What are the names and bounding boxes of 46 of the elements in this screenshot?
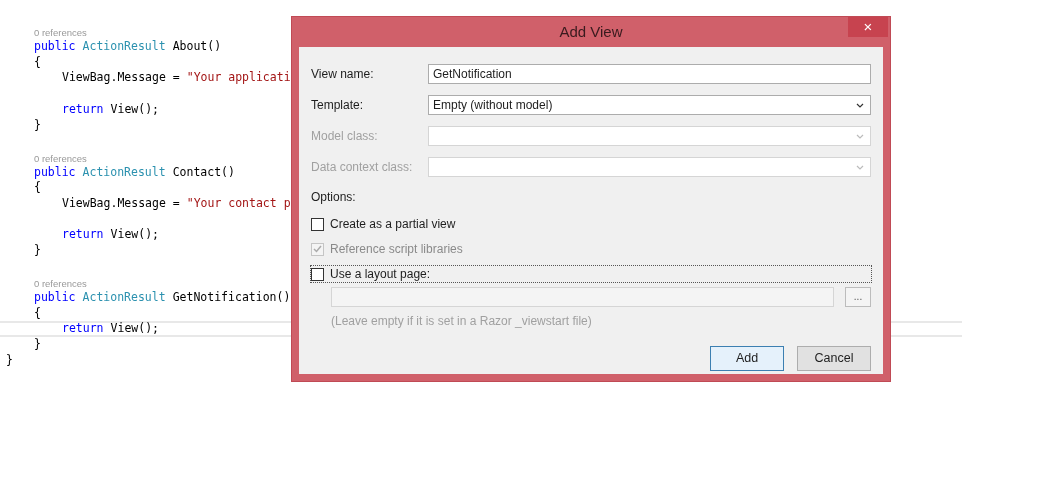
code-token: View(); xyxy=(110,321,159,338)
code-token: "Your contact p xyxy=(186,195,291,212)
code-token: ViewBag.Message = xyxy=(62,195,180,212)
close-button[interactable]: × xyxy=(848,17,888,37)
field-label: Model class: xyxy=(311,128,379,145)
checkbox[interactable] xyxy=(311,217,324,231)
code-token: } xyxy=(34,117,41,134)
code-token: "Your applicati xyxy=(186,70,291,87)
code-token: return xyxy=(62,321,104,338)
code-token: Contact() xyxy=(172,164,235,181)
code-token: About() xyxy=(172,39,222,55)
template-dropdown[interactable]: Empty (without model) xyxy=(428,95,871,115)
option-label[interactable]: Use a layout page: xyxy=(330,265,431,283)
code-token: View(); xyxy=(110,101,159,118)
code-token: ActionResult xyxy=(82,164,166,181)
code-token: ViewBag.Message = xyxy=(62,70,180,87)
field-label: View name: xyxy=(311,66,375,83)
code-token: public xyxy=(34,164,76,181)
code-token: } xyxy=(34,337,41,353)
code-token: { xyxy=(34,54,41,71)
checkmark-icon xyxy=(313,245,322,253)
code-token: } xyxy=(34,243,41,259)
code-token: return xyxy=(62,227,104,244)
options-label: Options: xyxy=(311,189,356,206)
chevron-down-icon xyxy=(856,102,864,108)
layout-page-hint: (Leave empty if it is set in a Razor _viewstart file) xyxy=(331,313,592,330)
code-token: ActionResult xyxy=(82,290,166,306)
dialog-title: Add View xyxy=(559,21,623,42)
checkbox[interactable] xyxy=(311,267,324,281)
code-token: public xyxy=(34,290,76,306)
view-name-field[interactable]: GetNotification xyxy=(428,64,871,84)
code-token: } xyxy=(6,352,13,369)
code-token: public xyxy=(34,39,76,55)
dialog-button[interactable]: Cancel xyxy=(797,346,871,371)
field-label: Template: xyxy=(311,97,365,114)
chevron-down-icon xyxy=(856,164,864,170)
field-label: Data context class: xyxy=(311,159,414,176)
code-token: GetNotification() xyxy=(172,290,291,306)
code-token: return xyxy=(62,101,104,118)
chevron-down-icon xyxy=(856,133,864,139)
code-token: View(); xyxy=(110,227,159,244)
option-label[interactable]: Create as a partial view xyxy=(330,215,456,233)
code-token: ActionResult xyxy=(82,39,166,55)
code-token: { xyxy=(34,180,41,196)
code-token: { xyxy=(34,305,41,322)
dialog-button[interactable]: Add xyxy=(710,346,784,371)
